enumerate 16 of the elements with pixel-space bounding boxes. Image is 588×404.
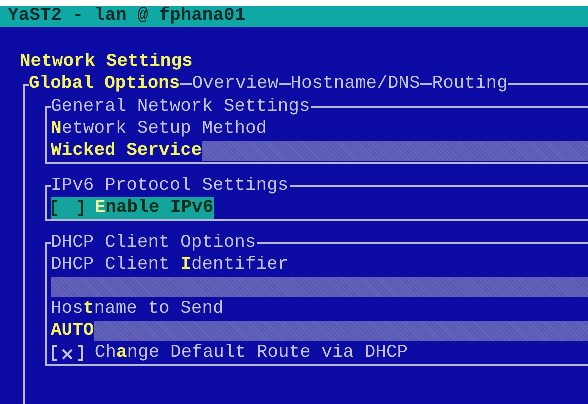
section-title: DHCP Client Options <box>51 232 258 254</box>
section-title: General Network Settings <box>51 96 312 118</box>
dialog-heading: Network Settings <box>20 51 193 73</box>
tab[interactable]: Hostname/DNS <box>290 73 420 95</box>
tab[interactable]: Global Options <box>29 73 180 95</box>
tab[interactable]: Routing <box>432 73 508 95</box>
checkbox[interactable]: Enable IPv6 <box>51 197 214 219</box>
checkbox[interactable]: Change Default Route via DHCP <box>51 342 408 364</box>
field-label: Network Setup Method <box>51 118 268 140</box>
field-label: Hostname to Send <box>51 298 224 320</box>
field-label: DHCP Client Identifier <box>51 254 289 276</box>
checkbox-icon[interactable] <box>51 200 84 216</box>
section-title: IPv6 Protocol Settings <box>51 175 290 197</box>
input-field[interactable] <box>51 276 588 298</box>
window-title: YaST2 - lan @ fphana01 <box>0 6 588 27</box>
tab[interactable]: Overview <box>192 73 279 95</box>
